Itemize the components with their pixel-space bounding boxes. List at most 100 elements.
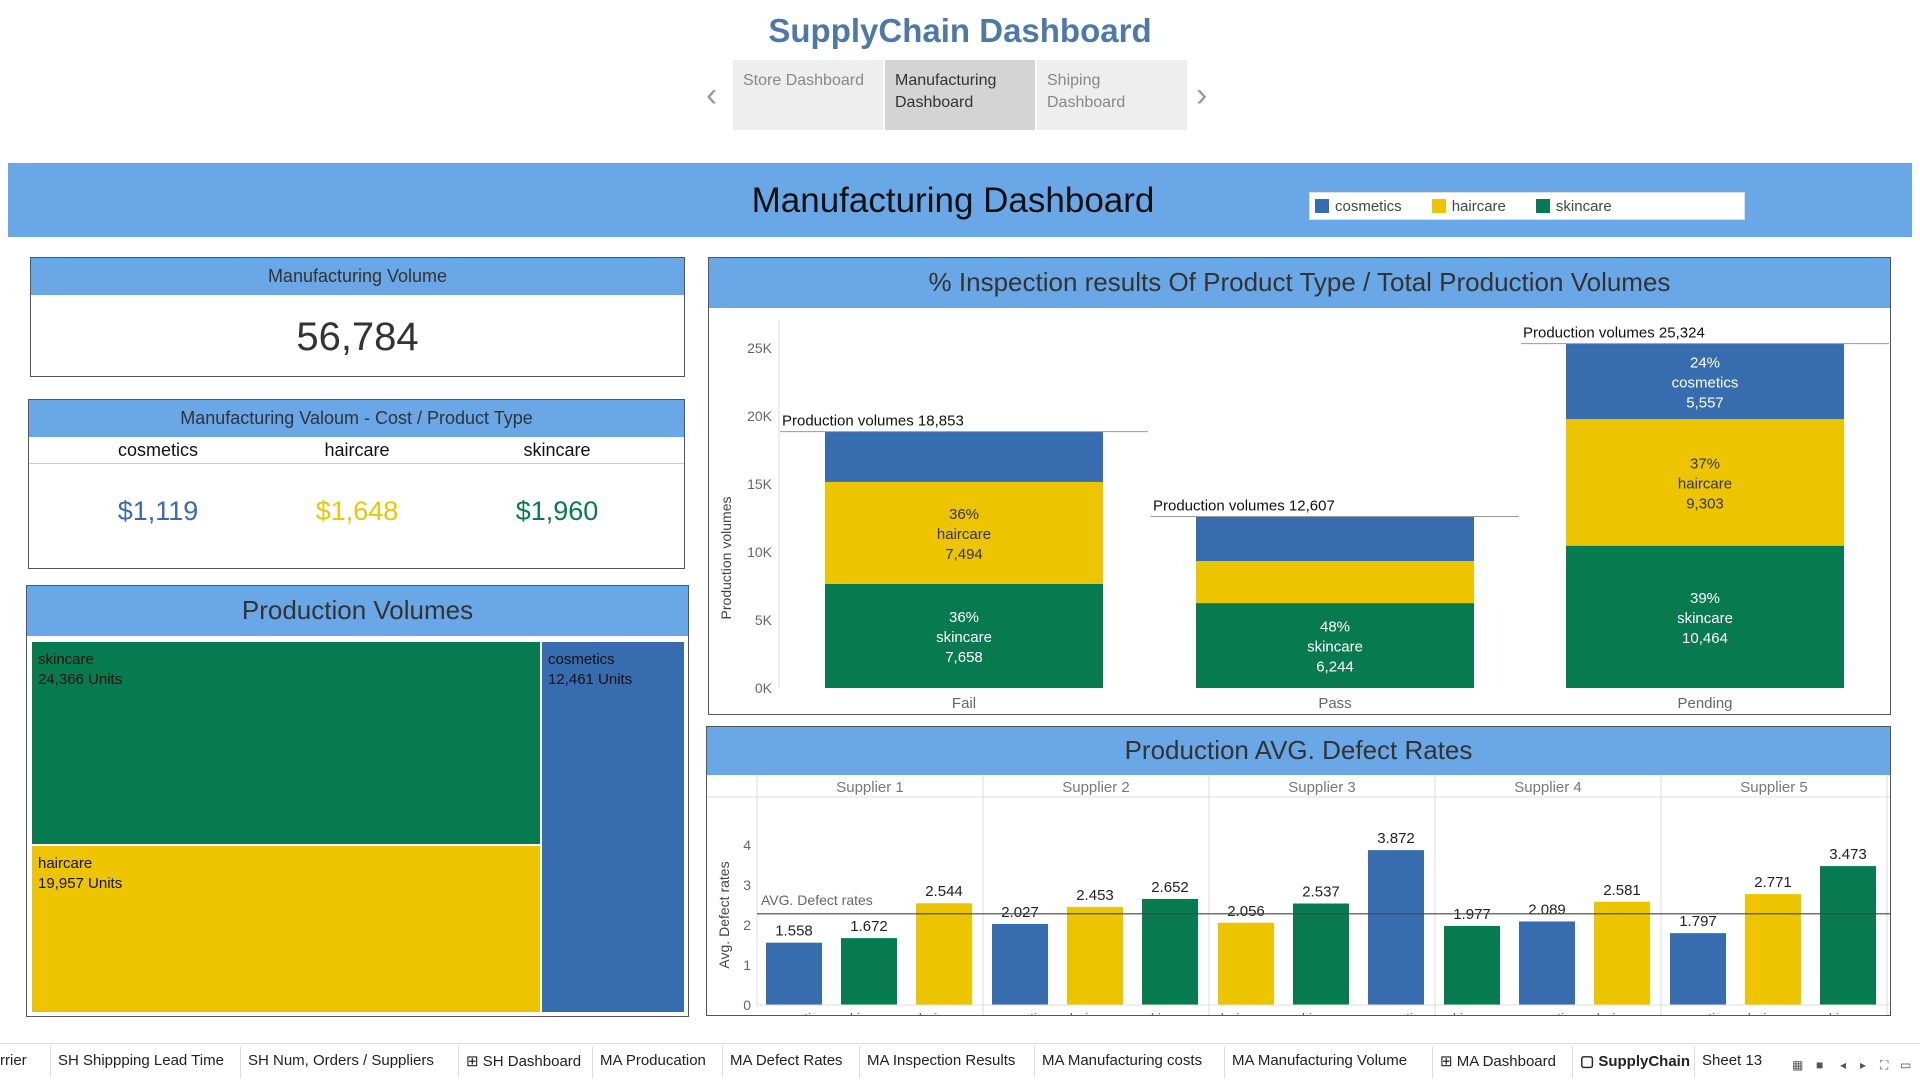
data-label: 48% — [1320, 619, 1350, 636]
cost-value-cosmetics[interactable]: $1,119 — [49, 496, 267, 527]
manufacturing-cost-panel: Manufacturing Valoum - Cost / Product Ty… — [28, 399, 685, 569]
data-label: 39% — [1690, 590, 1720, 607]
sheet-tab[interactable]: SH Num, Orders / Suppliers — [248, 1052, 434, 1069]
x-tick-label: haircare — [1748, 1010, 1799, 1015]
defect-bar-skincare — [1820, 866, 1876, 1005]
y-tick-label: 4 — [743, 837, 751, 853]
x-tick-label: cosmetics — [1516, 1010, 1578, 1015]
grid-view-icon[interactable]: ▦ — [1792, 1058, 1803, 1072]
data-label: 1.558 — [775, 923, 813, 940]
next-story-icon[interactable]: › — [1196, 78, 1207, 112]
legend-label: cosmetics — [1335, 197, 1402, 215]
treemap-cell-name: cosmetics — [548, 651, 615, 668]
present-icon[interactable]: ▭ — [1900, 1058, 1911, 1072]
total-label: Production volumes 12,607 — [1153, 498, 1335, 515]
next-sheet-icon[interactable]: ▸ — [1860, 1058, 1866, 1072]
sheet-tab[interactable]: rrier — [0, 1052, 27, 1069]
data-label: 2.537 — [1302, 884, 1340, 901]
bar-segment-cosmetics — [1196, 516, 1474, 561]
group-header: Supplier 5 — [1740, 779, 1808, 796]
cost-value-haircare[interactable]: $1,648 — [248, 496, 466, 527]
sheet-tab-label: SH Num, Orders / Suppliers — [248, 1052, 434, 1069]
data-label: haircare — [1678, 475, 1732, 492]
sheet-tab[interactable]: MA Inspection Results — [867, 1052, 1015, 1069]
defect-bar-cosmetics — [992, 923, 1048, 1005]
y-tick-label: 2 — [743, 917, 751, 933]
x-tick-label: skincare — [1144, 1010, 1196, 1015]
data-label: haircare — [937, 526, 991, 543]
prev-sheet-icon[interactable]: ◂ — [1840, 1058, 1846, 1072]
sheet-tab[interactable]: SH Shippping Lead Time — [58, 1052, 224, 1069]
story-tab-manufacturing[interactable]: Manufacturing Dashboard — [885, 60, 1035, 130]
data-label: cosmetics — [1672, 374, 1739, 391]
panel-title: Production Volumes — [27, 586, 688, 636]
story-tab-label: Shiping Dashboard — [1047, 72, 1126, 111]
sheet-tab-label: SH Dashboard — [482, 1053, 582, 1070]
bar-segment-haircare — [1196, 560, 1474, 604]
cost-label-haircare: haircare — [324, 440, 390, 460]
defect-bar-cosmetics — [1519, 921, 1575, 1005]
sheet-tab[interactable]: ⊞ SH Dashboard — [466, 1052, 581, 1070]
defect-bar-haircare — [916, 903, 972, 1005]
x-tick-label: skincare — [1295, 1010, 1347, 1015]
x-tick-label: skincare — [1446, 1010, 1498, 1015]
data-label: 3.872 — [1377, 830, 1415, 847]
sheet-tab[interactable]: MA Producation — [600, 1052, 706, 1069]
inspection-results-panel: % Inspection results Of Product Type / T… — [708, 257, 1891, 715]
treemap-cell-skincare[interactable]: skincare 24,366 Units — [32, 642, 540, 844]
story-tab-shipping[interactable]: Shiping Dashboard — [1037, 60, 1187, 130]
treemap-cell-haircare[interactable]: haircare 19,957 Units — [32, 846, 540, 1012]
x-tick-label: haircare — [1221, 1010, 1272, 1015]
data-label: 36% — [949, 506, 979, 523]
x-tick-label: cosmetics — [989, 1010, 1051, 1015]
sheet-tab[interactable]: MA Manufacturing Volume — [1232, 1052, 1407, 1069]
y-tick-label: 10K — [747, 544, 773, 560]
sheet-tab[interactable]: MA Manufacturing costs — [1042, 1052, 1202, 1069]
treemap-cell-units: 19,957 Units — [38, 875, 123, 892]
color-legend: cosmetics haircare skincare — [1309, 192, 1745, 220]
story-tab-label: Manufacturing Dashboard — [895, 72, 997, 111]
chart-title: % Inspection results Of Product Type / T… — [709, 258, 1890, 308]
reference-line-label: AVG. Defect rates — [761, 892, 873, 908]
data-label: 2.581 — [1603, 882, 1641, 899]
data-label: 1.797 — [1679, 913, 1717, 930]
defect-bar-haircare — [1594, 901, 1650, 1005]
cost-value-skincare[interactable]: $1,960 — [448, 496, 666, 527]
defect-bar-skincare — [1293, 903, 1349, 1005]
legend-item-haircare[interactable]: haircare — [1431, 197, 1506, 215]
legend-label: skincare — [1555, 197, 1612, 215]
story-tab-label: Store Dashboard — [743, 72, 864, 89]
story-tab-store[interactable]: Store Dashboard — [733, 60, 883, 130]
y-axis-label: Avg. Defect rates — [716, 861, 732, 968]
x-tick-label: skincare — [843, 1010, 895, 1015]
x-tick-label: cosmetics — [1365, 1010, 1427, 1015]
prev-story-icon[interactable]: ‹ — [706, 78, 717, 112]
fullscreen-icon[interactable]: ⛶ — [1880, 1058, 1888, 1073]
dashboard-icon: ⊞ — [466, 1053, 483, 1070]
legend-label: haircare — [1451, 197, 1506, 215]
sheet-tab-label: SupplyChain — [1598, 1053, 1691, 1070]
panel-title: Manufacturing Valoum - Cost / Product Ty… — [29, 400, 684, 437]
data-label: 7,494 — [945, 546, 983, 563]
data-label: 9,303 — [1686, 495, 1724, 512]
legend-item-skincare[interactable]: skincare — [1535, 197, 1612, 215]
data-label: 36% — [949, 609, 979, 626]
sheet-tab[interactable]: Sheet 13 — [1702, 1052, 1762, 1069]
y-tick-label: 25K — [747, 340, 773, 356]
list-view-icon[interactable]: ■ — [1816, 1058, 1823, 1072]
sheet-tab[interactable]: ▢ SupplyChain — [1580, 1052, 1690, 1070]
data-label: 2.771 — [1754, 874, 1792, 891]
legend-swatch — [1315, 199, 1329, 213]
treemap-cell-cosmetics[interactable]: cosmetics 12,461 Units — [542, 642, 684, 1012]
legend-item-cosmetics[interactable]: cosmetics — [1315, 198, 1402, 215]
sheet-tab[interactable]: ⊞ MA Dashboard — [1440, 1052, 1556, 1070]
sheet-tab-label: SH Shippping Lead Time — [58, 1052, 224, 1069]
defect-bar-cosmetics — [766, 942, 822, 1005]
data-label: 2.544 — [925, 883, 963, 900]
tab-separator — [1572, 1046, 1573, 1078]
x-tick-label: Pass — [1318, 695, 1351, 712]
sheet-tab[interactable]: MA Defect Rates — [730, 1052, 843, 1069]
dashboard-icon: ⊞ — [1440, 1053, 1457, 1070]
tab-separator — [722, 1046, 723, 1078]
y-axis-label: Production volumes — [718, 497, 734, 620]
